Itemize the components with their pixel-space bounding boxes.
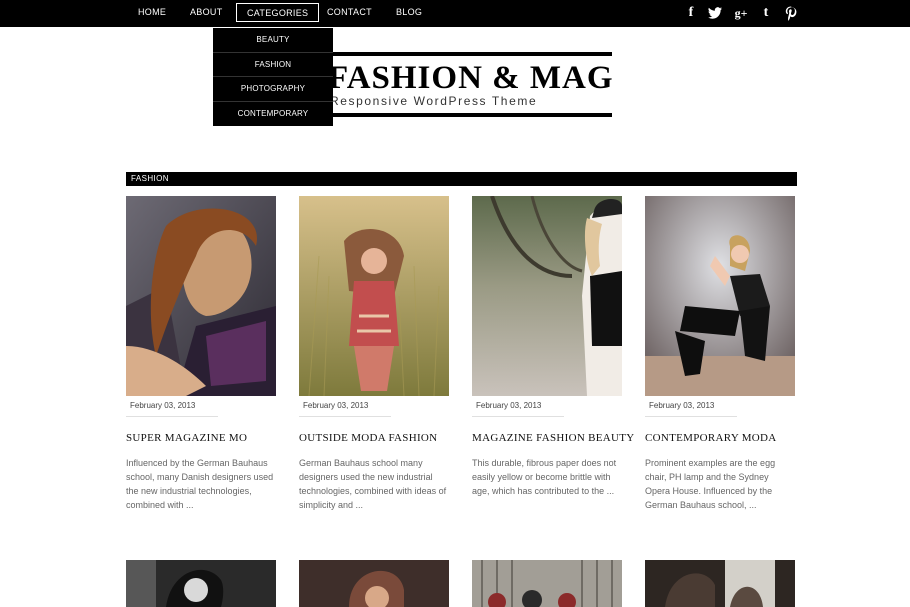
dropdown-item-beauty[interactable]: Beauty xyxy=(213,28,333,53)
post-card: February 03, 2013 Outside Moda Fashion G… xyxy=(299,196,449,512)
logo-top-rule xyxy=(326,52,612,56)
post-thumbnail[interactable] xyxy=(645,560,795,607)
site-logo[interactable]: FASHION & MAG Responsive WordPress Theme xyxy=(326,52,614,118)
post-date: February 03, 2013 xyxy=(472,401,564,417)
section-title: Fashion xyxy=(131,174,169,183)
post-excerpt: Prominent examples are the egg chair, PH… xyxy=(645,458,776,510)
post-thumbnail[interactable] xyxy=(472,560,622,607)
post-excerpt: German Bauhaus school many designers use… xyxy=(299,458,447,510)
post-title[interactable]: Super Magazine Mo xyxy=(126,432,276,444)
post-thumbnail[interactable] xyxy=(472,196,622,396)
nav-item-categories[interactable]: Categories xyxy=(236,3,320,22)
dropdown-item-photography[interactable]: Photography xyxy=(213,77,333,102)
logo-bottom-rule xyxy=(326,113,612,117)
pinterest-icon[interactable] xyxy=(783,5,799,21)
tumblr-icon[interactable]: t xyxy=(758,5,774,21)
section-heading-bar: Fashion xyxy=(126,172,797,186)
post-title[interactable]: Magazine Fashion Beauty xyxy=(472,432,634,444)
post-thumbnail[interactable] xyxy=(126,560,276,607)
logo-subtitle: Responsive WordPress Theme xyxy=(330,94,538,108)
top-navigation-bar: Home About Categories Contact Blog f g+ … xyxy=(0,0,910,27)
post-thumbnail[interactable] xyxy=(645,196,795,396)
dropdown-item-fashion[interactable]: Fashion xyxy=(213,53,333,77)
post-excerpt: This durable, fibrous paper does not eas… xyxy=(472,458,617,496)
facebook-icon[interactable]: f xyxy=(683,5,699,21)
post-card: February 03, 2013 Super Magazine Mo Infl… xyxy=(126,196,276,512)
twitter-icon[interactable] xyxy=(707,5,723,21)
post-card: February 03, 2013 Magazine Fashion Beaut… xyxy=(472,196,634,498)
nav-item-contact[interactable]: Contact xyxy=(327,7,372,17)
categories-dropdown: Beauty Fashion Photography Contemporary xyxy=(213,28,333,126)
post-date: February 03, 2013 xyxy=(645,401,737,417)
post-date: February 03, 2013 xyxy=(299,401,391,417)
google-plus-icon[interactable]: g+ xyxy=(733,5,749,21)
post-excerpt: Influenced by the German Bauhaus school,… xyxy=(126,458,274,510)
dropdown-item-contemporary[interactable]: Contemporary xyxy=(213,102,333,127)
logo-title: FASHION & MAG xyxy=(328,60,614,96)
nav-item-blog[interactable]: Blog xyxy=(396,7,422,17)
post-title[interactable]: Outside Moda Fashion xyxy=(299,432,449,444)
nav-item-home[interactable]: Home xyxy=(138,7,166,17)
post-card: February 03, 2013 Contemporary Moda Prom… xyxy=(645,196,795,512)
post-date: February 03, 2013 xyxy=(126,401,218,417)
post-thumbnail[interactable] xyxy=(299,196,449,396)
post-title[interactable]: Contemporary Moda xyxy=(645,432,795,444)
nav-item-about[interactable]: About xyxy=(190,7,223,17)
post-thumbnail[interactable] xyxy=(126,196,276,396)
post-thumbnail[interactable] xyxy=(299,560,449,607)
